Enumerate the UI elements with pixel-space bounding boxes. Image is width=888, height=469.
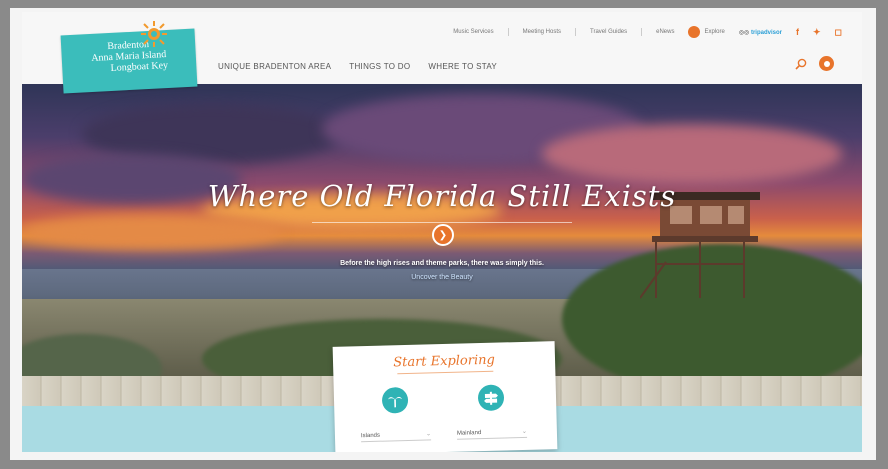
explore-underline xyxy=(397,370,494,375)
hero-subtitle: Before the high rises and theme parks, t… xyxy=(340,260,544,267)
site-logo[interactable]: Bradenton Anna Maria Island Longboat Key xyxy=(60,28,198,94)
islands-select[interactable]: Islands ⌄ xyxy=(360,428,432,443)
divider xyxy=(641,28,643,36)
signpost-icon[interactable] xyxy=(477,384,505,412)
hero-banner: Where Old Florida Still Exists ❯ Before … xyxy=(22,84,862,376)
twitter-icon[interactable]: ✦ xyxy=(813,27,821,38)
topbar-link[interactable]: Travel Guides xyxy=(590,29,627,35)
website-page: Music Services Meeting Hosts Travel Guid… xyxy=(22,12,862,452)
hero-title: Where Old Florida Still Exists xyxy=(207,179,677,213)
main-navigation: UNIQUE BRADENTON AREA THINGS TO DO WHERE… xyxy=(218,62,497,71)
tripadvisor-label: tripadvisor xyxy=(750,29,782,36)
explore-link-label: Explore xyxy=(704,29,725,35)
search-icon[interactable] xyxy=(795,58,807,70)
explore-title: Start Exploring xyxy=(393,352,496,371)
chevron-down-icon: ⌄ xyxy=(425,431,432,438)
islands-select-value: Islands xyxy=(360,432,381,439)
profile-icon[interactable] xyxy=(819,56,834,71)
hero-cta-link[interactable]: Uncover the Beauty xyxy=(22,274,862,281)
header-actions xyxy=(795,56,834,71)
topbar-link[interactable]: Music Services xyxy=(453,29,493,35)
topbar-link[interactable]: eNews xyxy=(656,29,674,35)
tripadvisor-badge[interactable]: ◎◎ tripadvisor xyxy=(739,29,782,36)
nav-item-unique-bradenton-area[interactable]: UNIQUE BRADENTON AREA xyxy=(218,62,331,71)
chevron-right-icon[interactable]: ❯ xyxy=(432,224,454,246)
chevron-down-icon: ⌄ xyxy=(521,428,527,435)
start-exploring-card: Start Exploring Islands ⌄ Mainland ⌄ xyxy=(332,341,558,452)
cloud xyxy=(22,214,282,250)
hero-divider xyxy=(312,222,572,223)
palm-tree-icon[interactable] xyxy=(381,386,409,414)
nav-item-where-to-stay[interactable]: WHERE TO STAY xyxy=(428,62,497,71)
cloud xyxy=(542,124,842,184)
mainland-select[interactable]: Mainland ⌄ xyxy=(456,425,528,440)
instagram-icon[interactable]: ◻ xyxy=(835,27,842,38)
divider xyxy=(507,28,509,36)
topbar-link[interactable]: Meeting Hosts xyxy=(523,29,561,35)
explore-link[interactable]: Explore xyxy=(688,26,725,38)
divider xyxy=(575,28,576,36)
utility-bar: Music Services Meeting Hosts Travel Guid… xyxy=(453,26,842,38)
explore-icon xyxy=(688,26,701,38)
facebook-icon[interactable]: f xyxy=(796,27,799,37)
nav-item-things-to-do[interactable]: THINGS TO DO xyxy=(349,62,410,71)
mainland-select-value: Mainland xyxy=(456,429,482,437)
sun-logo-icon xyxy=(141,21,167,47)
